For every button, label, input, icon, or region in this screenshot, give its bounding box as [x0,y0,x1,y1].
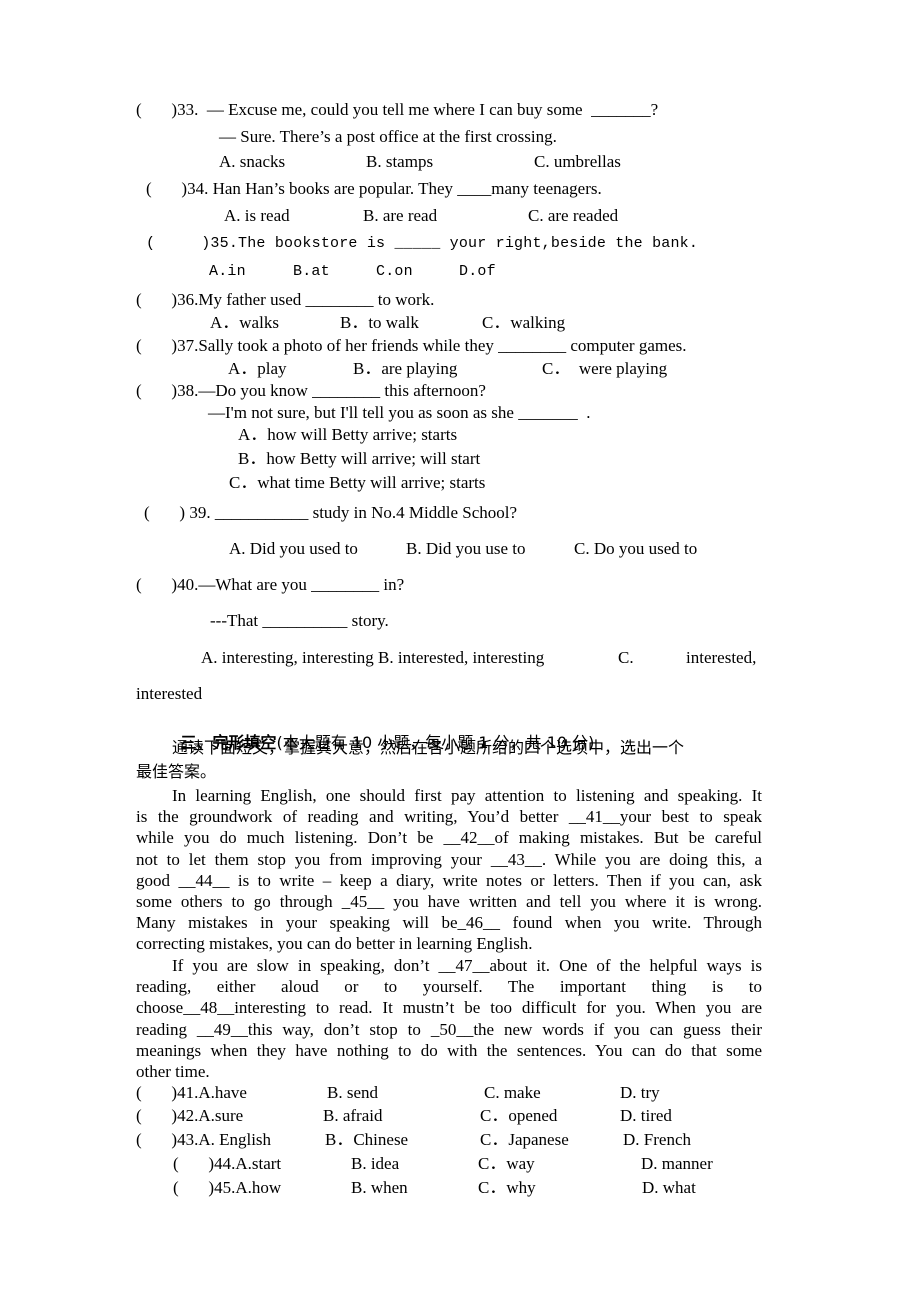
section-3-instruction-line1: 通读下面短文，掌握其大意，然后在各小题所给的四个选项中，选出一个 [172,738,685,757]
question-42-option-d: D. tired [620,1106,672,1125]
passage-line: is the groundwork of reading and writing… [136,807,762,827]
passage-line: choose__48__interesting to read. It must… [136,998,762,1018]
question-35-option-c: C.on [376,263,413,280]
question-33-option-c: C. umbrellas [534,152,621,171]
passage-line: reading __49__this way, don’t stop to _5… [136,1019,762,1039]
question-40-reply: ---That __________ story. [210,611,389,630]
question-45-prefix: ( )45.A.how [173,1178,282,1197]
question-37-option-b: B．are playing [353,359,458,378]
cloze-passage-paragraph-1: In learning English, one should first pa… [136,785,762,955]
question-35-option-b: B.at [293,263,330,280]
question-36-option-c: C．walking [482,313,566,332]
passage-line: Many mistakes in your speaking will be_4… [136,913,762,933]
question-33-stem: ( )33. — Excuse me, could you tell me wh… [136,100,659,119]
cloze-passage-paragraph-2: If you are slow in speaking, don’t __47_… [136,955,762,1082]
question-35-option-d: D.of [459,263,496,280]
question-34-stem: ( )34. Han Han’s books are popular. They… [146,179,602,198]
question-40-option-c-text-cont: interested [136,684,203,703]
question-45-option-d: D. what [642,1178,696,1197]
question-33-reply: — Sure. There’s a post office at the fir… [219,127,557,146]
question-39-option-b: B. Did you use to [406,539,526,558]
question-43-option-c: C．Japanese [480,1130,569,1149]
question-40-stem: ( )40.—What are you ________ in? [136,575,405,594]
question-44-prefix: ( )44.A.start [173,1154,282,1173]
question-37-option-c: C． were playing [542,359,668,378]
question-34-option-b: B. are read [363,206,438,225]
question-37-stem: ( )37.Sally took a photo of her friends … [136,336,687,355]
question-42-option-c: C．opened [480,1106,558,1125]
question-41-prefix: ( )41.A.have [136,1083,247,1102]
question-45-option-b: B. when [351,1178,408,1197]
question-37-option-a: A．play [228,359,287,378]
passage-line: If you are slow in speaking, don’t __47_… [172,956,762,975]
question-39-stem: ( ) 39. ___________ study in No.4 Middle… [144,503,518,522]
question-39-option-c: C. Do you used to [574,539,698,558]
question-40-options-ab: A. interesting, interesting B. intereste… [201,648,545,667]
question-38-option-a: A．how will Betty arrive; starts [238,425,458,444]
question-43-option-b: B．Chinese [325,1130,409,1149]
question-42-prefix: ( )42.A.sure [136,1106,244,1125]
question-33-option-a: A. snacks [219,152,286,171]
question-38-reply: —I'm not sure, but I'll tell you as soon… [208,403,591,422]
question-36-stem: ( )36.My father used ________ to work. [136,290,435,309]
question-44-option-d: D. manner [641,1154,713,1173]
question-38-option-b: B．how Betty will arrive; will start [238,449,481,468]
question-41-option-d: D. try [620,1083,660,1102]
question-40-option-c-label: C. [618,648,634,667]
passage-line: In learning English, one should first pa… [172,786,762,805]
question-35-option-a: A.in [209,263,246,280]
question-43-option-d: D. French [623,1130,691,1149]
passage-line: reading, either aloud or to yourself. Th… [136,977,762,997]
passage-line: not to let them stop you from improving … [136,849,762,869]
passage-line: some others to go through _45__ you have… [136,892,762,912]
section-3-instruction-line2: 最佳答案。 [136,762,217,781]
passage-line: other time. [136,1062,210,1082]
question-36-option-a: A．walks [210,313,279,332]
question-33-option-b: B. stamps [366,152,434,171]
passage-line: meanings when they have nothing to do wi… [136,1040,762,1060]
question-36-option-b: B．to walk [340,313,419,332]
question-35-stem: ( )35.The bookstore is _____ your right,… [146,235,699,252]
passage-line: good __44__ is to write – keep a diary, … [136,870,762,890]
question-44-option-c: C．way [478,1154,535,1173]
question-41-option-b: B. send [327,1083,378,1102]
question-44-option-b: B. idea [351,1154,400,1173]
question-43-prefix: ( )43.A. English [136,1130,272,1149]
question-38-option-c: C．what time Betty will arrive; starts [229,473,486,492]
question-40-option-c-text: interested, [686,648,757,667]
question-38-stem: ( )38.—Do you know ________ this afterno… [136,381,486,400]
question-45-option-c: C．why [478,1178,536,1197]
passage-line: correcting mistakes, you can do better i… [136,934,533,954]
passage-line: while you do much listening. Don’t be __… [136,828,762,848]
question-34-option-c: C. are readed [528,206,619,225]
question-42-option-b: B. afraid [323,1106,383,1125]
question-34-option-a: A. is read [224,206,290,225]
question-39-option-a: A. Did you used to [229,539,358,558]
question-41-option-c: C. make [484,1083,541,1102]
